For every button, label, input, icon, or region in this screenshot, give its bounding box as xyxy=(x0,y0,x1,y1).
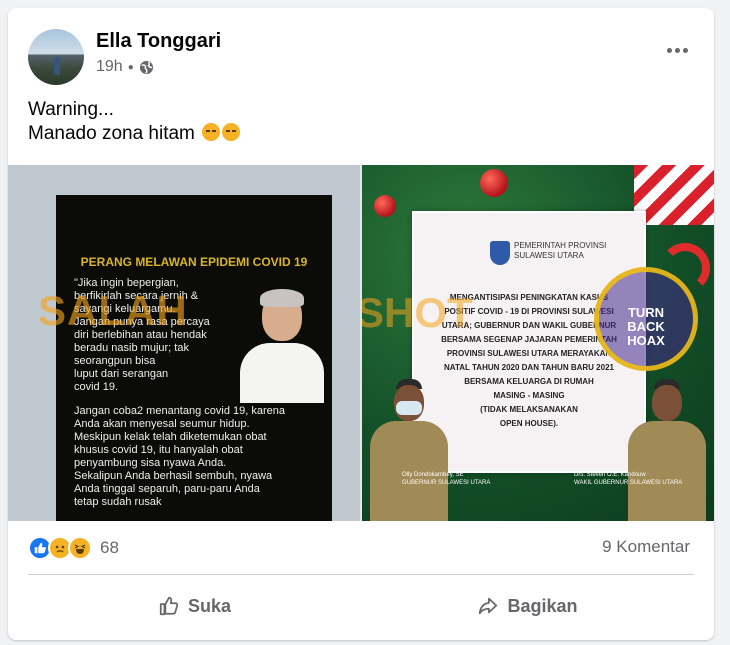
haha-reaction-icon xyxy=(68,536,92,560)
image-body-text: Jangan coba2 menantang covid 19, karena … xyxy=(74,405,285,508)
reaction-summary[interactable]: 68 xyxy=(28,536,119,560)
government-org: PEMERINTAH PROVINSI SULAWESI UTARA xyxy=(514,241,607,260)
post-text-line-2: Manado zona hitam xyxy=(28,122,241,146)
official-right xyxy=(624,371,708,521)
caption-left: Olly Dondokambey, SE GUBERNUR SULAWESI U… xyxy=(402,472,491,486)
official-left xyxy=(366,371,450,521)
post-text-line-1: Warning... xyxy=(28,99,114,120)
ornament-icon xyxy=(374,195,396,217)
person-portrait xyxy=(234,287,330,403)
caption-right: Drs. Steven O.E. Kandouw WAKIL GUBERNUR … xyxy=(574,472,683,486)
post-text-content: Manado zona hitam xyxy=(28,123,195,144)
share-arrow-icon xyxy=(479,597,498,615)
government-logo xyxy=(490,241,510,265)
photo-right[interactable]: PEMERINTAH PROVINSI SULAWESI UTARA MENGA… xyxy=(362,165,714,521)
ornament-icon xyxy=(480,169,508,197)
photo-left[interactable]: PERANG MELAWAN EPIDEMI COVID 19 "Jika in… xyxy=(8,165,360,521)
like-label: Suka xyxy=(187,595,232,616)
action-bar: Suka Bagikan xyxy=(28,584,694,628)
post-time[interactable]: 19h xyxy=(96,58,123,76)
author-name[interactable]: Ella Tonggari xyxy=(96,30,221,53)
reaction-count: 68 xyxy=(100,538,119,557)
phone-screen: PERANG MELAWAN EPIDEMI COVID 19 "Jika in… xyxy=(56,195,332,521)
image-heading: PERANG MELAWAN EPIDEMI COVID 19 xyxy=(80,255,308,269)
share-button[interactable]: Bagikan xyxy=(361,584,694,628)
thumbs-up-icon xyxy=(159,596,179,616)
divider xyxy=(28,574,694,575)
watermark-right: SHOT xyxy=(362,289,473,336)
downcast-face-icon xyxy=(202,123,221,141)
gift-box-decoration xyxy=(634,165,714,225)
reaction-icons xyxy=(28,536,92,560)
watermark-left: SALAH xyxy=(38,287,188,334)
globe-icon xyxy=(139,60,153,74)
more-options-icon[interactable] xyxy=(662,38,692,62)
downcast-face-icon xyxy=(222,123,241,141)
post-photos: PERANG MELAWAN EPIDEMI COVID 19 "Jika in… xyxy=(8,165,714,521)
share-label: Bagikan xyxy=(507,595,578,616)
post-meta: 19h ● xyxy=(96,58,154,76)
separator-dot: ● xyxy=(127,61,134,73)
comment-count-link[interactable]: 9 Komentar xyxy=(602,537,690,557)
like-button[interactable]: Suka xyxy=(28,584,361,628)
post-text: Warning... Manado zona hitam xyxy=(28,98,241,146)
stamp-text: TURN BACK HOAX xyxy=(627,305,665,348)
post-card: Ella Tonggari 19h ● Warning... Manado zo… xyxy=(8,8,714,640)
avatar[interactable] xyxy=(28,29,84,85)
turnbackhoax-stamp: TURN BACK HOAX xyxy=(594,267,698,371)
